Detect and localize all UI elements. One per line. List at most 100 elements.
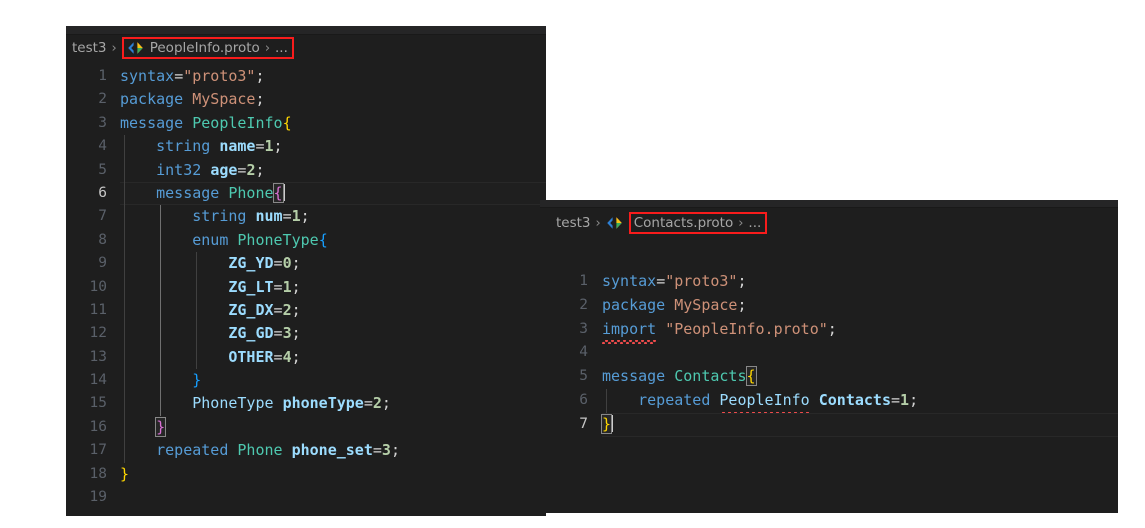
code-line[interactable]: 9 ZG_YD=0; [66, 252, 546, 276]
breadcrumb-filename-contacts[interactable]: Contacts.proto [634, 215, 733, 231]
line-content[interactable]: syntax="proto3"; [602, 270, 1118, 294]
breadcrumb-peopleinfo: test3 › PeopleInfo.proto › ... [66, 35, 546, 61]
breadcrumb-root-peopleinfo[interactable]: test3 [72, 40, 107, 56]
breadcrumb-separator: › [595, 215, 601, 231]
breadcrumb-filename-peopleinfo[interactable]: PeopleInfo.proto [150, 40, 260, 56]
code-line[interactable]: 18 } [66, 463, 546, 486]
code-area-peopleinfo[interactable]: 1 syntax="proto3"; 2 package MySpace; 3 … [66, 61, 546, 509]
line-content[interactable]: } [600, 413, 1118, 437]
line-number: 11 [89, 301, 107, 318]
breadcrumb-file-highlight-peopleinfo[interactable]: PeopleInfo.proto › ... [121, 37, 294, 59]
code-line-active[interactable]: 7 } [540, 412, 1118, 437]
breadcrumb-tail-peopleinfo[interactable]: ... [275, 40, 288, 56]
line-number: 18 [89, 465, 107, 482]
line-number: 15 [89, 395, 107, 412]
code-line[interactable]: 6 repeated PeopleInfo Contacts=1; [540, 388, 1118, 416]
breadcrumb-file-highlight-contacts[interactable]: Contacts.proto › ... [628, 212, 768, 234]
line-content[interactable]: ZG_DX=2; [120, 298, 546, 323]
code-line[interactable]: 1 syntax="proto3"; [540, 270, 1118, 294]
line-number: 4 [579, 344, 588, 361]
code-line[interactable]: 5 message Contacts{ [540, 365, 1118, 389]
line-content[interactable]: ZG_YD=0; [120, 252, 546, 276]
line-content[interactable]: ZG_LT=1; [120, 275, 546, 299]
code-line[interactable]: 10 ZG_LT=1; [66, 275, 546, 299]
line-number: 5 [579, 368, 588, 385]
line-number: 8 [98, 231, 107, 248]
line-content[interactable]: } [120, 369, 546, 393]
line-content[interactable]: string name=1; [120, 135, 546, 159]
line-content[interactable]: string num=1; [120, 205, 546, 229]
line-number: 6 [98, 184, 107, 201]
line-content[interactable]: ZG_GD=3; [120, 322, 546, 346]
code-line[interactable]: 3 message PeopleInfo{ [66, 112, 546, 135]
code-line[interactable]: 2 package MySpace; [540, 294, 1118, 318]
line-number: 14 [89, 372, 107, 389]
line-content[interactable]: repeated Phone phone_set=3; [120, 439, 546, 463]
code-area-contacts[interactable]: 1 syntax="proto3"; 2 package MySpace; 3 … [540, 238, 1118, 437]
line-content[interactable]: PhoneType phoneType=2; [120, 392, 546, 416]
line-content[interactable]: repeated PeopleInfo Contacts=1; [602, 388, 1118, 416]
code-line[interactable]: 19 [66, 486, 546, 509]
line-content[interactable]: package MySpace; [120, 88, 546, 111]
code-line[interactable]: 15 PhoneType phoneType=2; [66, 392, 546, 416]
code-line[interactable]: 14 } [66, 369, 546, 393]
line-content[interactable]: OTHER=4; [120, 345, 546, 370]
line-number: 3 [98, 114, 107, 131]
breadcrumb-contacts: test3 › Contacts.proto › ... [540, 208, 1118, 238]
code-line-active[interactable]: 6 message Phone{ [66, 181, 546, 206]
line-number: 16 [89, 418, 107, 435]
line-content[interactable]: int32 age=2; [120, 158, 546, 182]
breadcrumb-separator-2: › [264, 40, 271, 56]
code-line[interactable]: 17 repeated Phone phone_set=3; [66, 439, 546, 463]
line-number: 13 [89, 348, 107, 365]
line-content[interactable]: message Phone{ [120, 181, 546, 206]
line-content[interactable]: message PeopleInfo{ [120, 112, 546, 135]
line-content[interactable]: syntax="proto3"; [120, 65, 546, 88]
line-content[interactable]: } [120, 463, 546, 486]
line-number: 4 [98, 138, 107, 155]
tab-strip-contacts[interactable] [540, 200, 1118, 208]
line-number: 19 [89, 489, 107, 506]
proto-file-icon [127, 41, 144, 55]
line-number: 10 [89, 278, 107, 295]
error-squiggle-peopleinfo: PeopleInfo [719, 389, 811, 416]
line-number: 17 [89, 442, 107, 459]
line-number: 3 [579, 320, 588, 337]
line-number: 6 [579, 391, 588, 408]
line-number: 5 [98, 161, 107, 178]
text-cursor [282, 183, 285, 201]
code-line[interactable]: 12 ZG_GD=3; [66, 322, 546, 346]
code-line[interactable]: 1 syntax="proto3"; [66, 65, 546, 88]
editor-panel-peopleinfo[interactable]: test3 › PeopleInfo.proto › ... 1 syntax=… [66, 26, 546, 516]
breadcrumb-tail-contacts[interactable]: ... [748, 215, 761, 231]
breadcrumb-root-contacts[interactable]: test3 [556, 215, 591, 231]
code-line[interactable]: 4 string name=1; [66, 135, 546, 159]
line-number: 9 [98, 255, 107, 272]
code-line[interactable]: 11 ZG_DX=2; [66, 298, 546, 323]
line-number: 2 [98, 91, 107, 108]
code-line[interactable]: 3 import "PeopleInfo.proto"; [540, 318, 1118, 345]
error-squiggle-import: import [602, 318, 657, 345]
code-line[interactable]: 13 OTHER=4; [66, 345, 546, 370]
code-line[interactable]: 7 string num=1; [66, 205, 546, 229]
line-number: 12 [89, 325, 107, 342]
tab-strip-peopleinfo[interactable] [66, 26, 546, 35]
code-line[interactable]: 2 package MySpace; [66, 88, 546, 111]
line-number: 2 [579, 296, 588, 313]
code-line[interactable]: 4 [540, 341, 1118, 365]
code-line[interactable]: 16 } [66, 415, 546, 440]
text-cursor [611, 414, 614, 432]
line-number: 7 [98, 208, 107, 225]
code-line[interactable]: 5 int32 age=2; [66, 158, 546, 182]
line-number: 1 [98, 68, 107, 84]
code-line[interactable]: 8 enum PhoneType{ [66, 228, 546, 253]
line-content[interactable]: enum PhoneType{ [120, 228, 546, 253]
line-content[interactable]: } [120, 415, 546, 440]
breadcrumb-separator: › [111, 40, 117, 56]
line-content[interactable]: message Contacts{ [602, 365, 1118, 389]
line-number: 7 [579, 415, 588, 432]
editor-panel-contacts[interactable]: test3 › Contacts.proto › ... 1 syntax="p… [540, 200, 1118, 513]
line-content[interactable]: package MySpace; [602, 294, 1118, 318]
line-content[interactable]: import "PeopleInfo.proto"; [602, 318, 1118, 345]
proto-file-icon [606, 216, 623, 230]
